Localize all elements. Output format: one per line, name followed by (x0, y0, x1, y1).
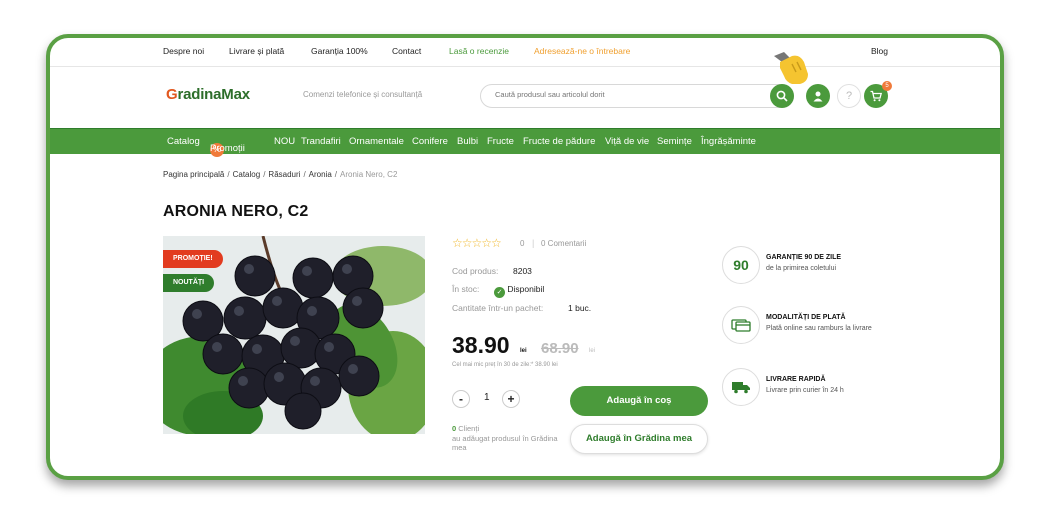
clients-info: 0 Clienți au adăugat produsul în Grădina… (452, 424, 562, 453)
breadcrumb-current: Aronia Nero, C2 (340, 170, 398, 179)
topnav-review-link[interactable]: Lasă o recenzie (449, 46, 509, 56)
breadcrumb-aronia[interactable]: Aronia (309, 170, 332, 179)
help-icon: ? (845, 90, 853, 102)
quantity-value[interactable]: 1 (484, 392, 490, 403)
category-ingrasaminte[interactable]: Îngrășăminte (701, 136, 756, 147)
category-catalog[interactable]: Catalog (167, 136, 200, 147)
header-divider (50, 66, 1000, 67)
price-currency: lei (520, 348, 527, 354)
old-price: 68.90 (541, 340, 579, 357)
stock-row: În stoc: ✓ Disponibil (452, 284, 544, 298)
feature-title: LIVRARE RAPIDĂ (766, 376, 826, 383)
breadcrumb: Pagina principală / Catalog / Răsaduri / Aroni… (163, 170, 397, 179)
category-conifere[interactable]: Conifere (412, 136, 448, 147)
browser-frame: Despre noi Livrare și plată Garanția 100… (46, 34, 1004, 480)
quantity-decrease-button[interactable]: - (452, 390, 470, 408)
card-icon (722, 306, 760, 344)
cart-button[interactable]: 5 (864, 81, 892, 108)
rating-separator: | (532, 238, 535, 248)
feature-description: Plată online sau ramburs la livrare (766, 325, 872, 332)
comments-link[interactable]: 0 Comentarii (541, 239, 586, 248)
rating-stars[interactable]: ☆☆☆☆☆ (452, 236, 502, 250)
help-button[interactable]: ? (837, 84, 861, 108)
category-seminte[interactable]: Semințe (657, 136, 692, 147)
category-vita-de-vie[interactable]: Viță de vie (605, 136, 649, 147)
category-bulbi[interactable]: Bulbi (457, 136, 478, 147)
search-icon (776, 90, 788, 102)
pack-label: Cantitate într-un pachet: (452, 303, 544, 313)
feature-title: MODALITĂȚI DE PLATĂ (766, 314, 846, 321)
old-price-currency: lei (589, 348, 596, 354)
category-promotii-label: Promoții (210, 143, 245, 154)
category-fructe[interactable]: Fructe (487, 136, 514, 147)
user-icon (813, 91, 823, 102)
category-menu: Catalog % Promoții NOU Trandafiri Ornamen… (50, 128, 1000, 157)
search-box (480, 84, 794, 108)
feature-description: Livrare prin curier în 24 h (766, 387, 844, 394)
breadcrumb-home[interactable]: Pagina principală (163, 170, 224, 179)
logo-g: G (166, 86, 178, 103)
category-fructe-de-padure[interactable]: Fructe de pădure (523, 136, 595, 147)
breadcrumb-separator: / (263, 170, 266, 179)
product-code-row: Cod produs: 8203 (452, 266, 532, 276)
site-logo[interactable]: GradinaMax (166, 86, 250, 103)
page-title: ARONIA NERO, C2 (163, 203, 309, 220)
product-code-value: 8203 (513, 266, 532, 276)
add-to-cart-button[interactable]: Adaugă în coș (570, 386, 708, 416)
topnav-delivery-link[interactable]: Livrare și plată (229, 46, 284, 56)
clients-label: Clienți (458, 424, 480, 433)
breadcrumb-separator: / (334, 170, 338, 179)
quantity-increase-button[interactable]: + (502, 390, 520, 408)
topnav-question-link[interactable]: Adresează-ne o întrebare (534, 46, 630, 56)
lowest-price-note: Cel mai mic preț în 30 de zile:* 38.90 l… (452, 362, 558, 368)
topnav-warranty-link[interactable]: Garanția 100% (311, 46, 368, 56)
topnav-contact-link[interactable]: Contact (392, 46, 421, 56)
product-image[interactable]: PROMOȚIE! NOUTĂȚI (163, 236, 425, 434)
warranty-90-icon: 90 (722, 246, 760, 284)
topnav-blog-link[interactable]: Blog (871, 46, 888, 56)
breadcrumb-separator: / (227, 170, 230, 179)
feature-title: GARANȚIE 90 DE ZILE (766, 254, 842, 261)
pack-value: 1 buc. (568, 303, 592, 313)
product-code-label: Cod produs: (452, 266, 499, 276)
rating-count: 0 (520, 239, 525, 248)
top-navigation: Despre noi Livrare și plată Garanția 100… (163, 46, 1000, 60)
breadcrumb-rasaduri[interactable]: Răsaduri (268, 170, 300, 179)
clients-text: au adăugat produsul în Grădina mea (452, 433, 558, 453)
search-input[interactable] (495, 90, 755, 99)
breadcrumb-catalog[interactable]: Catalog (233, 170, 261, 179)
clients-count: 0 (452, 424, 457, 433)
cart-icon (870, 90, 882, 102)
category-ornamentale[interactable]: Ornamentale (349, 136, 404, 147)
stock-label: În stoc: (452, 284, 480, 294)
breadcrumb-separator: / (303, 170, 306, 179)
category-nou[interactable]: NOU (274, 136, 295, 147)
pack-row: Cantitate într-un pachet: 1 buc. (452, 303, 591, 313)
cart-count-badge: 5 (882, 81, 892, 91)
feature-description: de la primirea coletului (766, 265, 837, 272)
topnav-about-link[interactable]: Despre noi (163, 46, 204, 56)
stock-value: Disponibil (507, 284, 545, 294)
check-icon: ✓ (494, 287, 505, 298)
logo-text: radinaMax (177, 86, 250, 103)
promo-badge: PROMOȚIE! (163, 250, 223, 268)
add-to-garden-button[interactable]: Adaugă în Grădina mea (570, 424, 708, 454)
pointer-hand-icon (774, 52, 808, 84)
truck-icon (722, 368, 760, 406)
current-price: 38.90 (452, 332, 510, 358)
new-badge: NOUTĂȚI (163, 274, 215, 292)
phone-consultation-link[interactable]: Comenzi telefonice și consultanță (303, 90, 422, 99)
category-trandafiri[interactable]: Trandafiri (301, 136, 341, 147)
